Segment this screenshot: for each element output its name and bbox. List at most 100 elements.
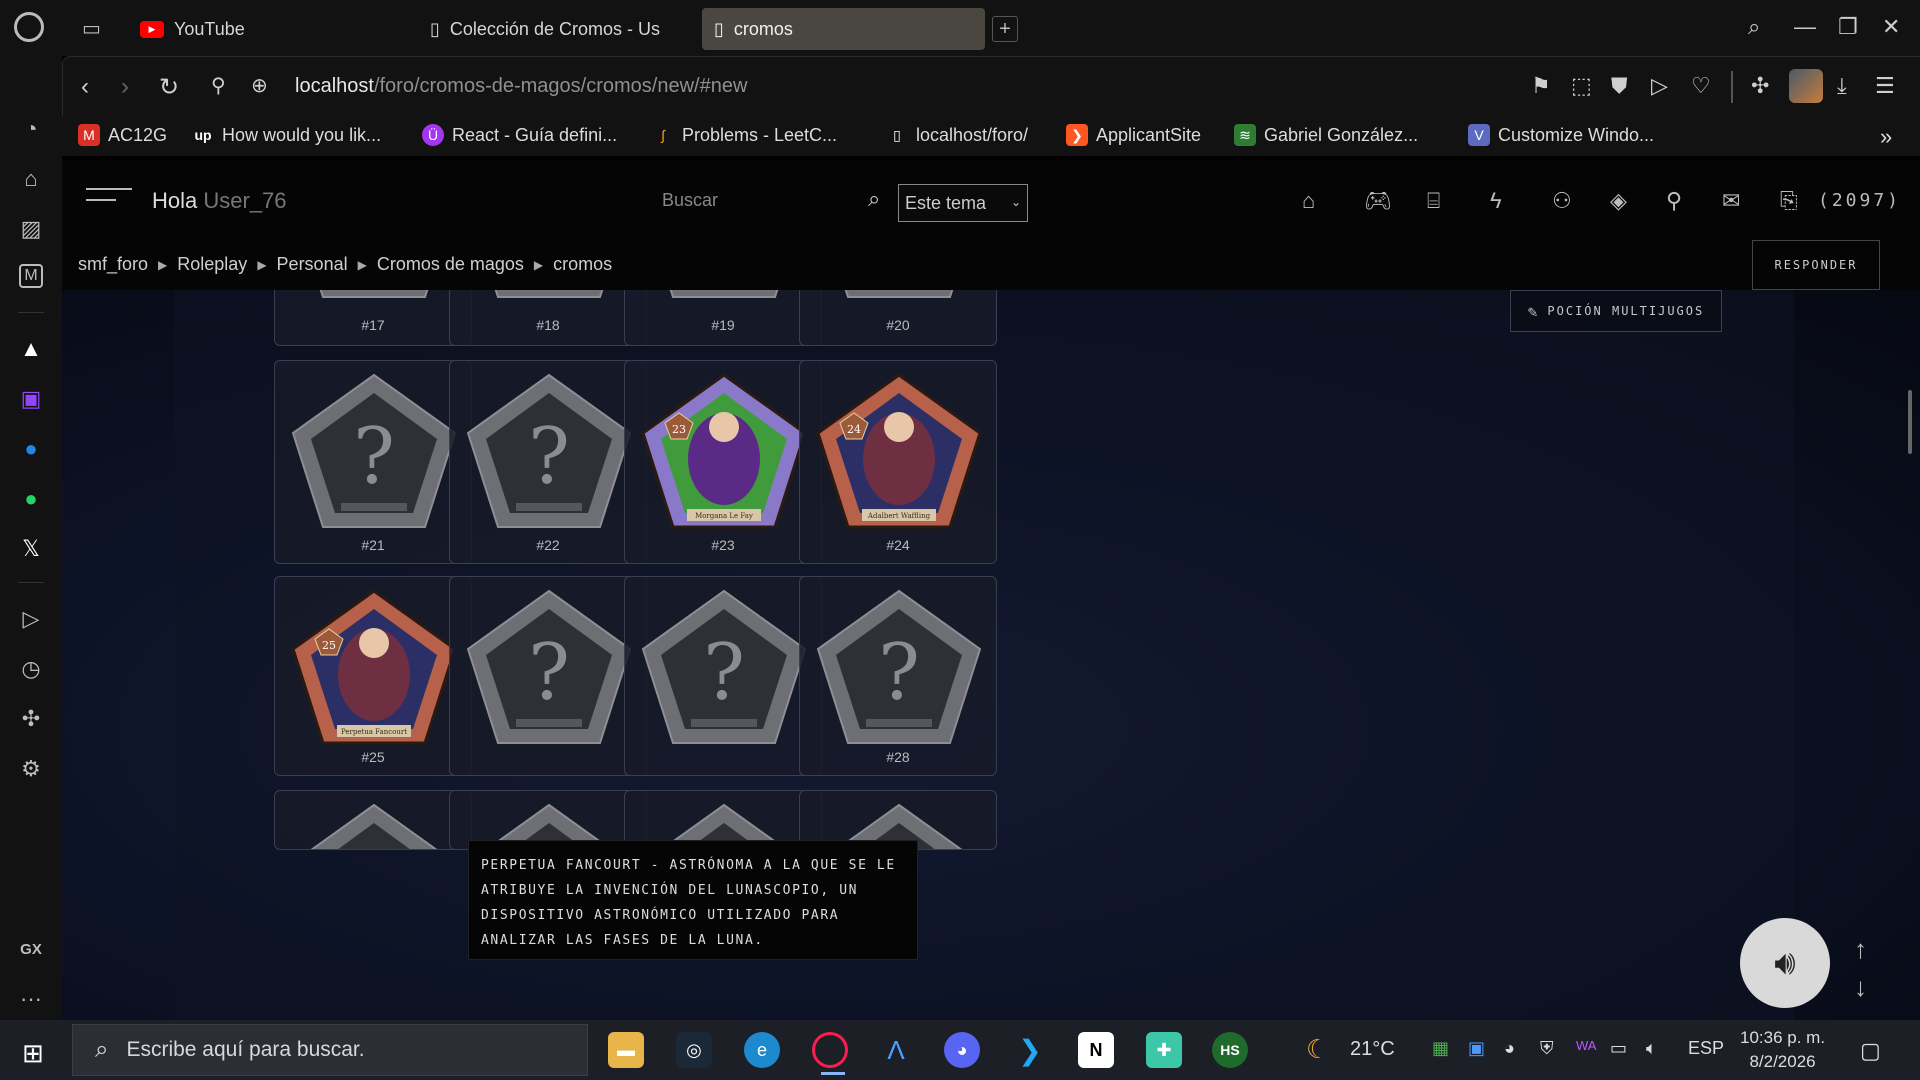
- breadcrumb-item[interactable]: Cromos de magos: [377, 254, 524, 275]
- bookmark-applicantsite[interactable]: ❯ ApplicantSite: [1066, 124, 1201, 146]
- locked-card[interactable]: ? #17: [274, 290, 472, 346]
- breadcrumb-item[interactable]: cromos: [553, 254, 612, 275]
- page-scrollbar[interactable]: [1908, 390, 1912, 454]
- notification-center-icon[interactable]: ▢: [1860, 1038, 1881, 1064]
- user-icon[interactable]: ⚲: [1666, 188, 1682, 214]
- hs-app-icon[interactable]: HS: [1212, 1032, 1248, 1068]
- new-tab-button[interactable]: +: [992, 16, 1018, 42]
- speed-dial-icon[interactable]: ◔: [16, 114, 46, 144]
- language-indicator[interactable]: ESP: [1688, 1038, 1724, 1059]
- forward-icon[interactable]: ›: [121, 73, 129, 101]
- heart-icon[interactable]: ♡: [1691, 73, 1711, 99]
- locked-card[interactable]: ? #19: [624, 290, 822, 346]
- mail-icon[interactable]: ✉: [1722, 188, 1740, 214]
- sound-button[interactable]: 🔊︎: [1740, 918, 1830, 1008]
- home-icon[interactable]: ⌂: [1302, 188, 1315, 214]
- bookmark-ac12g[interactable]: M AC12G: [78, 124, 167, 146]
- collected-card[interactable]: 23 Morgana Le Fay #23: [624, 360, 822, 564]
- volume-icon[interactable]: 🔈︎: [1646, 1038, 1657, 1059]
- close-button[interactable]: ✕: [1882, 14, 1900, 40]
- tab-youtube[interactable]: ▶ YouTube: [128, 8, 398, 50]
- more-bookmarks-icon[interactable]: »: [1880, 124, 1892, 150]
- hamburger-menu-icon[interactable]: [86, 188, 132, 210]
- settings-gear-icon[interactable]: ⚙: [16, 754, 46, 784]
- breadcrumb-item[interactable]: Personal: [277, 254, 348, 275]
- file-explorer-icon[interactable]: ▬: [608, 1032, 644, 1068]
- tray-app-icon[interactable]: ▦: [1432, 1038, 1449, 1059]
- twitch-icon[interactable]: ▣: [16, 384, 46, 414]
- x-twitter-icon[interactable]: 𝕏: [16, 534, 46, 564]
- notifications-icon[interactable]: ⎘: [1780, 188, 1798, 214]
- extensions-icon[interactable]: ✣: [16, 704, 46, 734]
- lightning-icon[interactable]: ϟ: [1490, 188, 1502, 214]
- messenger-icon[interactable]: ●: [16, 434, 46, 464]
- users-icon[interactable]: ⚇: [1552, 188, 1572, 214]
- collected-card[interactable]: 25 Perpetua Fancourt #25: [274, 576, 472, 776]
- reload-icon[interactable]: ↻: [159, 73, 179, 102]
- breadcrumb-item[interactable]: Roleplay: [177, 254, 247, 275]
- menu-icon[interactable]: ☰: [1875, 73, 1895, 99]
- bookmark-gabriel[interactable]: ≋ Gabriel González...: [1234, 124, 1418, 146]
- profile-avatar[interactable]: [1789, 69, 1823, 103]
- globe-icon[interactable]: ⊕: [251, 73, 268, 98]
- pin-icon[interactable]: ⚑: [1531, 73, 1551, 99]
- locked-card[interactable]: ?: [449, 576, 647, 776]
- opera-gx-icon[interactable]: [812, 1032, 848, 1075]
- collected-card[interactable]: 24 Adalbert Waffling #24: [799, 360, 997, 564]
- tab-snapshot-icon[interactable]: ▭: [82, 16, 101, 41]
- bookmark-localhost[interactable]: ▯ localhost/foro/: [886, 124, 1028, 146]
- tracker-icon[interactable]: ⚲: [211, 73, 226, 98]
- arc-icon[interactable]: Λ: [878, 1032, 914, 1068]
- weather-moon-icon[interactable]: ☾: [1306, 1034, 1329, 1065]
- arc-app-icon[interactable]: ▲: [16, 334, 46, 364]
- locked-card[interactable]: ? #28: [799, 576, 997, 776]
- download-icon[interactable]: ⤓: [1837, 73, 1847, 99]
- edge-icon[interactable]: e: [744, 1032, 780, 1068]
- locked-card[interactable]: ?: [274, 790, 472, 850]
- gx-icon[interactable]: GX: [16, 934, 46, 964]
- discord-icon[interactable]: ◕: [944, 1032, 980, 1068]
- potion-button[interactable]: ✎ POCIÓN MULTIJUGOS: [1510, 290, 1722, 332]
- locked-card[interactable]: ? #21: [274, 360, 472, 564]
- extensions-puzzle-icon[interactable]: ✣: [1751, 73, 1769, 99]
- tab-coleccion[interactable]: ▯ Colección de Cromos - Us: [418, 8, 688, 50]
- player-icon[interactable]: ▷: [16, 604, 46, 634]
- tab-cromos[interactable]: ▯ cromos: [702, 8, 985, 50]
- tray-app-icon[interactable]: ▣: [1468, 1038, 1485, 1059]
- bookmark-upwork[interactable]: up How would you lik...: [192, 124, 381, 146]
- workspace-icon[interactable]: ▨: [16, 214, 46, 244]
- snapshot-icon[interactable]: ⬚: [1571, 73, 1592, 99]
- back-icon[interactable]: ‹: [81, 73, 89, 101]
- restore-button[interactable]: ❐: [1838, 14, 1858, 40]
- locked-card[interactable]: ? #22: [449, 360, 647, 564]
- tray-discord-icon[interactable]: ◕: [1504, 1038, 1515, 1059]
- more-icon[interactable]: ···: [16, 984, 46, 1014]
- url-input[interactable]: localhost/foro/cromos-de-magos/cromos/ne…: [295, 75, 747, 98]
- notion-icon[interactable]: N: [1078, 1032, 1114, 1068]
- aria-icon[interactable]: ⌂: [16, 164, 46, 194]
- locked-card[interactable]: ?: [624, 576, 822, 776]
- vscode-icon[interactable]: ❯: [1012, 1032, 1048, 1068]
- app-grid-icon[interactable]: ✚: [1146, 1032, 1182, 1068]
- bookmark-customize[interactable]: V Customize Windo...: [1468, 124, 1654, 146]
- clock[interactable]: 10:36 p. m. 8/2/2026: [1740, 1026, 1825, 1074]
- breadcrumb-item[interactable]: smf_foro: [78, 254, 148, 275]
- search-tabs-icon[interactable]: ⌕: [1748, 14, 1760, 40]
- reply-button[interactable]: RESPONDER: [1752, 240, 1880, 290]
- layers-icon[interactable]: ◈: [1610, 188, 1627, 214]
- minimize-button[interactable]: —: [1794, 14, 1816, 40]
- locked-card[interactable]: ? #18: [449, 290, 647, 346]
- scroll-up-icon[interactable]: ↑: [1854, 934, 1867, 965]
- search-input[interactable]: Buscar: [662, 190, 718, 211]
- m-app-icon[interactable]: M: [19, 264, 43, 288]
- tray-wa-icon[interactable]: WA: [1576, 1038, 1596, 1053]
- bookmark-react[interactable]: Ü React - Guía defini...: [422, 124, 617, 146]
- search-scope-select[interactable]: Este tema ⌄: [898, 184, 1028, 222]
- network-icon[interactable]: ▭: [1610, 1038, 1627, 1059]
- weather-temp[interactable]: 21°C: [1350, 1038, 1395, 1061]
- bookmark-leetcode[interactable]: ʃ Problems - LeetC...: [652, 124, 837, 146]
- taskbar-search-input[interactable]: ⌕ Escribe aquí para buscar.: [72, 1024, 588, 1076]
- gamepad-icon[interactable]: 🎮︎: [1364, 188, 1392, 214]
- search-icon[interactable]: ⌕: [868, 186, 880, 212]
- locked-card[interactable]: ? #20: [799, 290, 997, 346]
